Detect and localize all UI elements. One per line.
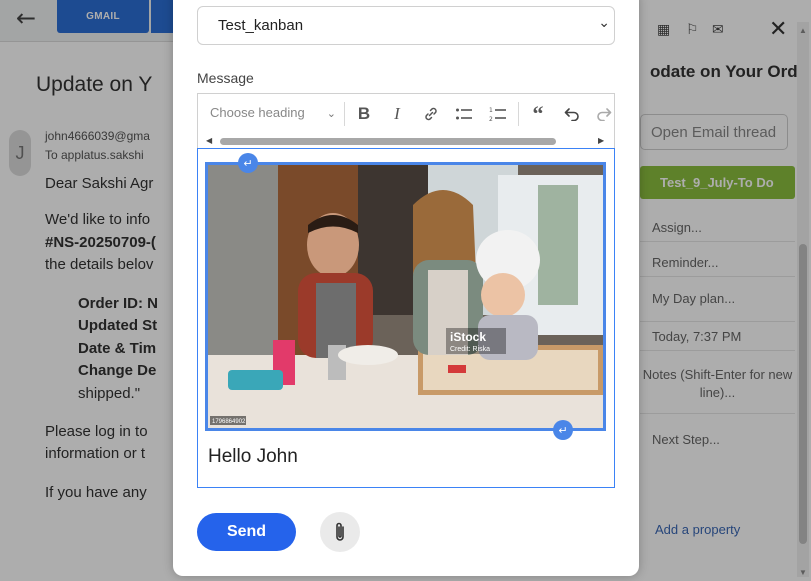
send-button[interactable]: Send: [197, 513, 296, 551]
family-kitchen-photo: iStock Credit: Riska 1796864902: [208, 165, 603, 428]
svg-text:2: 2: [489, 116, 493, 122]
chevron-down-icon: ⌄: [326, 107, 336, 120]
link-icon[interactable]: [419, 102, 443, 126]
redo-icon[interactable]: [592, 102, 614, 126]
attachment-button[interactable]: [320, 512, 360, 552]
image-stock-id: 1796864902: [212, 419, 246, 425]
chevron-down-icon: ⌄: [598, 15, 610, 31]
toolbar-scroll-right-icon[interactable]: ▶: [598, 136, 604, 145]
toolbar-divider: [518, 102, 519, 126]
svg-text:1: 1: [489, 107, 493, 114]
toolbar-scroll-left-icon[interactable]: ◀: [206, 136, 212, 145]
toolbar-divider: [344, 102, 345, 126]
board-select[interactable]: Test_kanban ⌄: [197, 6, 615, 45]
block-quote-icon[interactable]: “: [526, 101, 550, 126]
embedded-image[interactable]: iStock Credit: Riska 1796864902: [205, 162, 606, 431]
toolbar-scrollbar-thumb[interactable]: [220, 138, 556, 145]
italic-icon[interactable]: I: [385, 102, 409, 126]
heading-dropdown[interactable]: Choose heading ⌄: [210, 105, 336, 120]
bulleted-list-icon[interactable]: [452, 102, 476, 126]
image-watermark: iStock: [450, 330, 486, 344]
message-label: Message: [197, 70, 254, 86]
heading-dropdown-label: Choose heading: [210, 105, 305, 120]
editor-toolbar: Choose heading ⌄ B I 12 “ ◀ ▶: [197, 93, 615, 148]
insert-paragraph-before-icon[interactable]: ↵: [238, 153, 258, 173]
bold-icon[interactable]: B: [352, 102, 376, 126]
undo-icon[interactable]: [560, 102, 584, 126]
insert-paragraph-after-icon[interactable]: ↵: [553, 420, 573, 440]
paperclip-icon: [336, 522, 344, 541]
numbered-list-icon[interactable]: 12: [486, 102, 510, 126]
board-select-value: Test_kanban: [218, 17, 304, 34]
image-watermark-credit: Credit: Riska: [450, 346, 490, 353]
editor-text[interactable]: Hello John: [208, 446, 298, 468]
